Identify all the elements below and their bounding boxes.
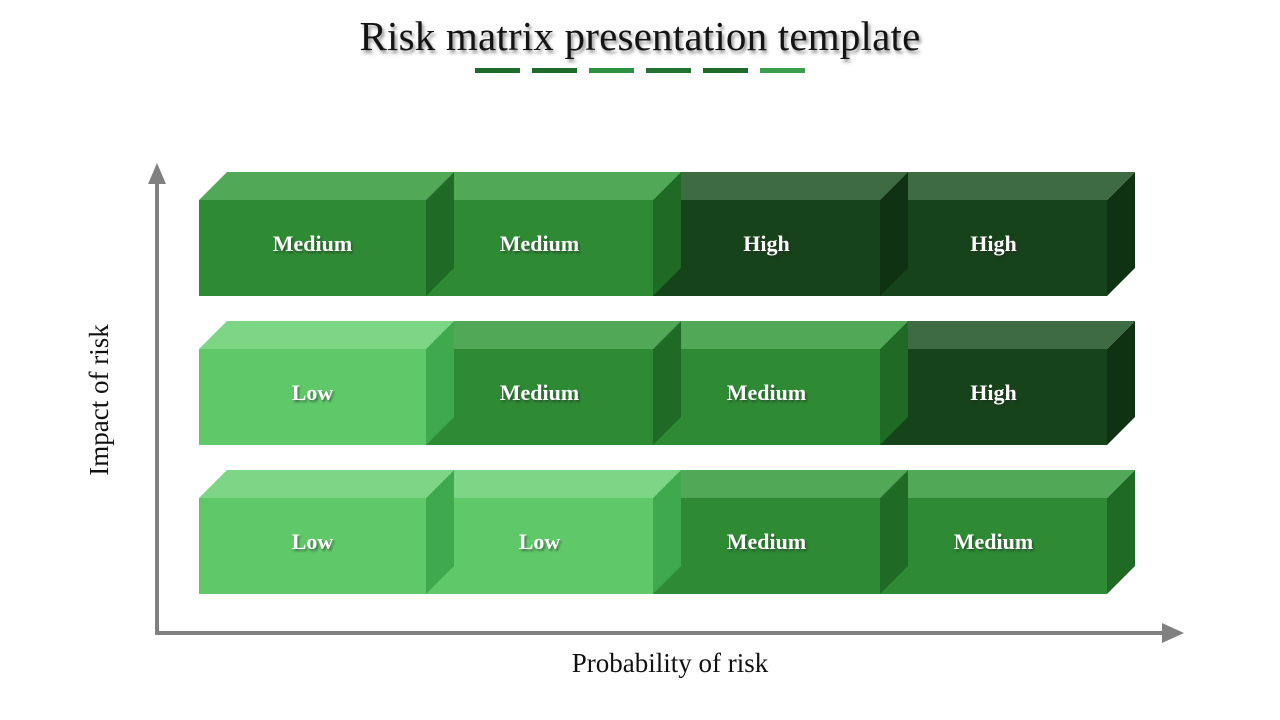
risk-cell-front-face bbox=[653, 200, 880, 296]
risk-cell-medium-r1c2[interactable] bbox=[653, 321, 908, 445]
risk-cell-medium-r2c2[interactable] bbox=[653, 470, 908, 594]
risk-cell-top-face bbox=[880, 470, 1135, 498]
risk-cell-top-face bbox=[426, 470, 681, 498]
risk-cell-high-r1c3[interactable] bbox=[880, 321, 1135, 445]
risk-cell-front-face bbox=[199, 200, 426, 296]
risk-cell-front-face bbox=[880, 498, 1107, 594]
risk-cell-top-face bbox=[880, 172, 1135, 200]
arrow-up-icon bbox=[148, 163, 166, 184]
risk-cell-top-face bbox=[653, 172, 908, 200]
risk-cell-front-face bbox=[426, 200, 653, 296]
x-axis-label: Probability of risk bbox=[571, 648, 769, 678]
risk-cell-top-face bbox=[199, 172, 454, 200]
risk-cell-medium-r2c3[interactable] bbox=[880, 470, 1135, 594]
risk-cell-medium-r0c1[interactable] bbox=[426, 172, 681, 296]
risk-cell-top-face bbox=[199, 470, 454, 498]
risk-cell-high-r0c3[interactable] bbox=[880, 172, 1135, 296]
risk-cell-front-face bbox=[426, 349, 653, 445]
risk-cell-front-face bbox=[199, 498, 426, 594]
risk-cell-front-face bbox=[199, 349, 426, 445]
risk-cell-front-face bbox=[880, 349, 1107, 445]
risk-matrix: High High Medium Medium High Medium Medium Low M… bbox=[0, 0, 1280, 720]
risk-cell-top-face bbox=[880, 321, 1135, 349]
risk-cell-boxes bbox=[199, 172, 1135, 594]
risk-cell-top-face bbox=[426, 321, 681, 349]
risk-cell-low-r2c1[interactable] bbox=[426, 470, 681, 594]
risk-cell-low-r1c0[interactable] bbox=[199, 321, 454, 445]
risk-cell-front-face bbox=[880, 200, 1107, 296]
risk-cell-top-face bbox=[199, 321, 454, 349]
risk-matrix-svg bbox=[148, 163, 1184, 643]
risk-cell-front-face bbox=[653, 349, 880, 445]
risk-cell-front-face bbox=[426, 498, 653, 594]
risk-cell-low-r2c0[interactable] bbox=[199, 470, 454, 594]
y-axis-label: Impact of risk bbox=[84, 324, 114, 476]
risk-cell-medium-r1c1[interactable] bbox=[426, 321, 681, 445]
risk-cell-medium-r0c0[interactable] bbox=[199, 172, 454, 296]
risk-cell-front-face bbox=[653, 498, 880, 594]
risk-cell-top-face bbox=[653, 321, 908, 349]
arrow-right-icon bbox=[1162, 623, 1184, 643]
risk-cell-top-face bbox=[426, 172, 681, 200]
risk-cell-high-r0c2[interactable] bbox=[653, 172, 908, 296]
risk-cell-top-face bbox=[653, 470, 908, 498]
